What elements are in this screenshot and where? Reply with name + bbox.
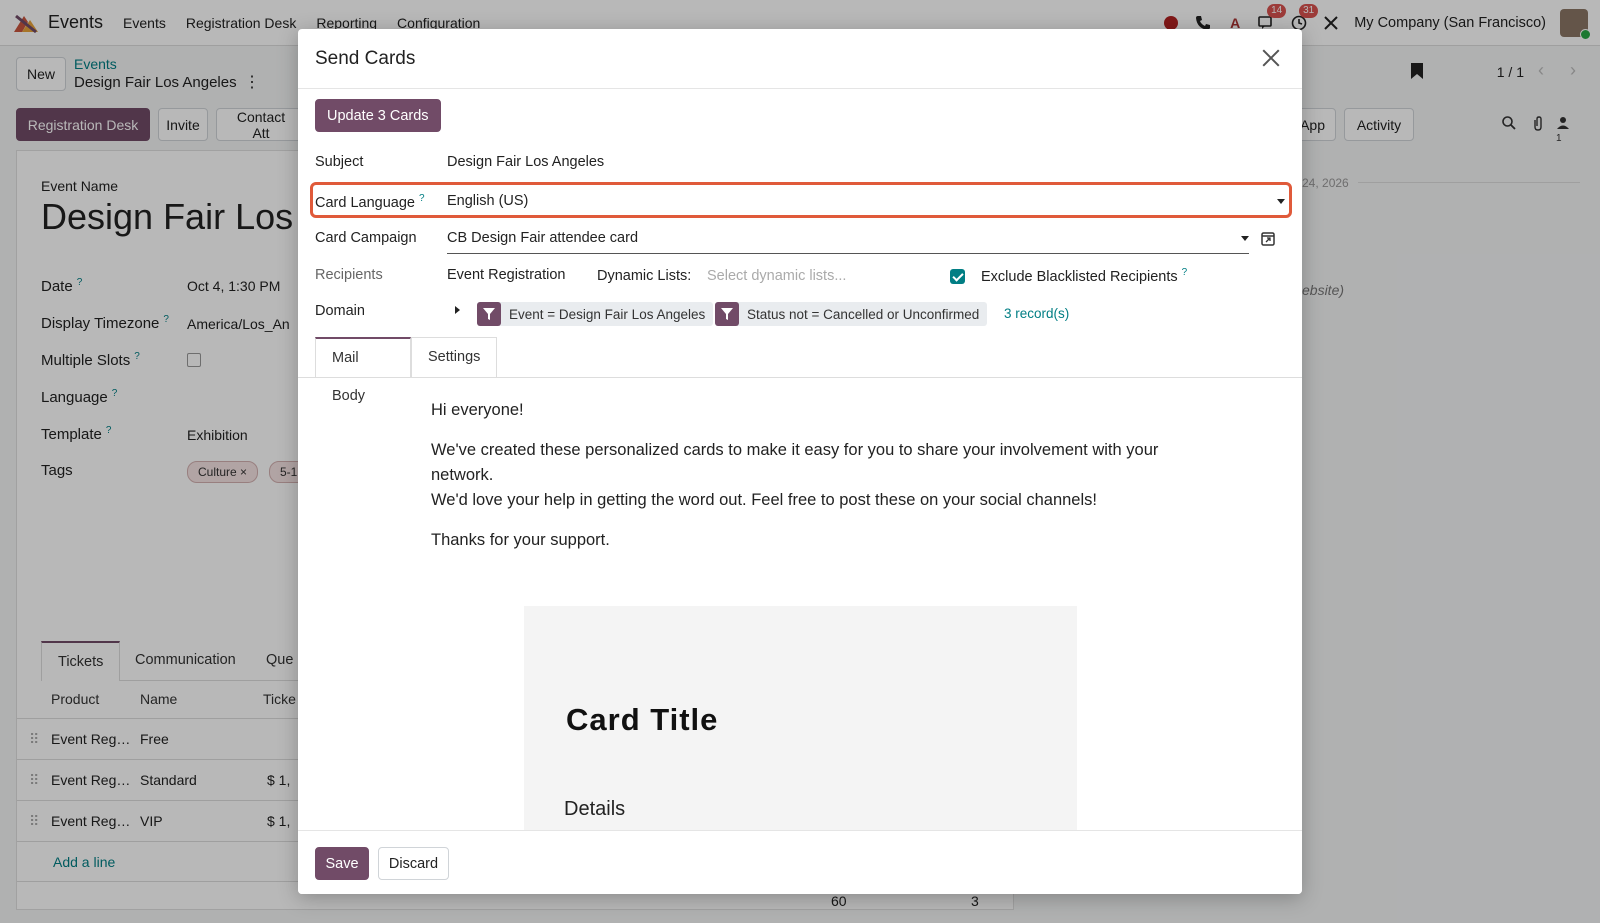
card-language-value: English (US)	[447, 193, 529, 209]
domain-filter-event[interactable]: Event = Design Fair Los Angeles	[477, 302, 714, 326]
exclude-blacklisted-help-icon[interactable]: ?	[1182, 267, 1188, 278]
card-details: Details	[564, 798, 626, 820]
domain-row: Domain Event = Design Fair Los Angeles S…	[315, 297, 1285, 327]
exclude-blacklisted-label: Exclude Blacklisted Recipients	[981, 268, 1178, 285]
recipients-row: Recipients Event Registration Dynamic Li…	[315, 261, 1285, 291]
mail-paragraph-1: We've created these personalized cards t…	[431, 441, 1159, 484]
domain-filter-event-label: Event = Design Fair Los Angeles	[509, 306, 706, 322]
recipients-value: Event Registration	[447, 267, 566, 283]
card-title: Card Title	[566, 702, 719, 737]
card-language-field-label: Card Language?	[315, 193, 425, 211]
mail-tabs: Mail Body Settings	[315, 337, 1285, 404]
modal-title: Send Cards	[315, 48, 416, 69]
subject-label: Subject	[315, 154, 364, 170]
dynamic-lists-label: Dynamic Lists:	[597, 268, 692, 284]
mail-body-text: Hi everyone! We've created these persona…	[431, 398, 1171, 568]
tab-settings[interactable]: Settings	[411, 337, 497, 377]
card-preview: Card Title Details	[524, 606, 1077, 830]
subject-value[interactable]: Design Fair Los Angeles	[447, 154, 604, 170]
tab-mail-body[interactable]: Mail Body	[315, 337, 411, 404]
mail-thanks: Thanks for your support.	[431, 531, 610, 549]
caret-right-icon[interactable]	[455, 306, 460, 314]
modal-footer: Save Discard	[298, 830, 1302, 894]
chevron-down-icon	[1241, 236, 1249, 241]
mail-body-editor[interactable]: Hi everyone! We've created these persona…	[298, 378, 1302, 830]
close-icon[interactable]	[1260, 47, 1282, 69]
update-cards-button[interactable]: Update 3 Cards	[315, 99, 441, 132]
recipients-label: Recipients	[315, 267, 383, 283]
exclude-blacklisted-field-label: Exclude Blacklisted Recipients?	[981, 267, 1187, 285]
send-cards-dialog: Send Cards Update 3 Cards Subject Design…	[298, 29, 1302, 894]
card-language-row: Card Language? English (US)	[315, 187, 1285, 217]
domain-filter-status[interactable]: Status not = Cancelled or Unconfirmed	[715, 302, 988, 326]
discard-button[interactable]: Discard	[378, 847, 449, 880]
exclude-blacklisted-checkbox[interactable]	[950, 269, 965, 284]
card-language-label: Card Language	[315, 194, 415, 211]
mail-greeting: Hi everyone!	[431, 401, 524, 419]
domain-records-link[interactable]: 3 record(s)	[1004, 306, 1069, 321]
open-record-icon[interactable]	[1261, 232, 1275, 249]
domain-label: Domain	[315, 303, 365, 319]
mail-paragraph-2: We'd love your help in getting the word …	[431, 491, 1097, 509]
card-campaign-row: Card Campaign CB Design Fair attendee ca…	[315, 224, 1285, 254]
chevron-down-icon	[1277, 199, 1285, 204]
card-campaign-value: CB Design Fair attendee card	[447, 230, 639, 246]
filter-icon	[477, 302, 501, 326]
card-campaign-label: Card Campaign	[315, 230, 417, 246]
dynamic-lists-input[interactable]: Select dynamic lists...	[707, 268, 846, 284]
filter-icon	[715, 302, 739, 326]
card-campaign-select[interactable]: CB Design Fair attendee card	[447, 224, 1249, 254]
subject-row: Subject Design Fair Los Angeles	[315, 148, 1285, 178]
save-button[interactable]: Save	[315, 847, 369, 880]
modal-header: Send Cards	[298, 29, 1302, 89]
card-language-help-icon[interactable]: ?	[419, 193, 425, 204]
domain-filter-status-label: Status not = Cancelled or Unconfirmed	[747, 306, 980, 322]
card-language-select[interactable]: English (US)	[447, 187, 1285, 217]
